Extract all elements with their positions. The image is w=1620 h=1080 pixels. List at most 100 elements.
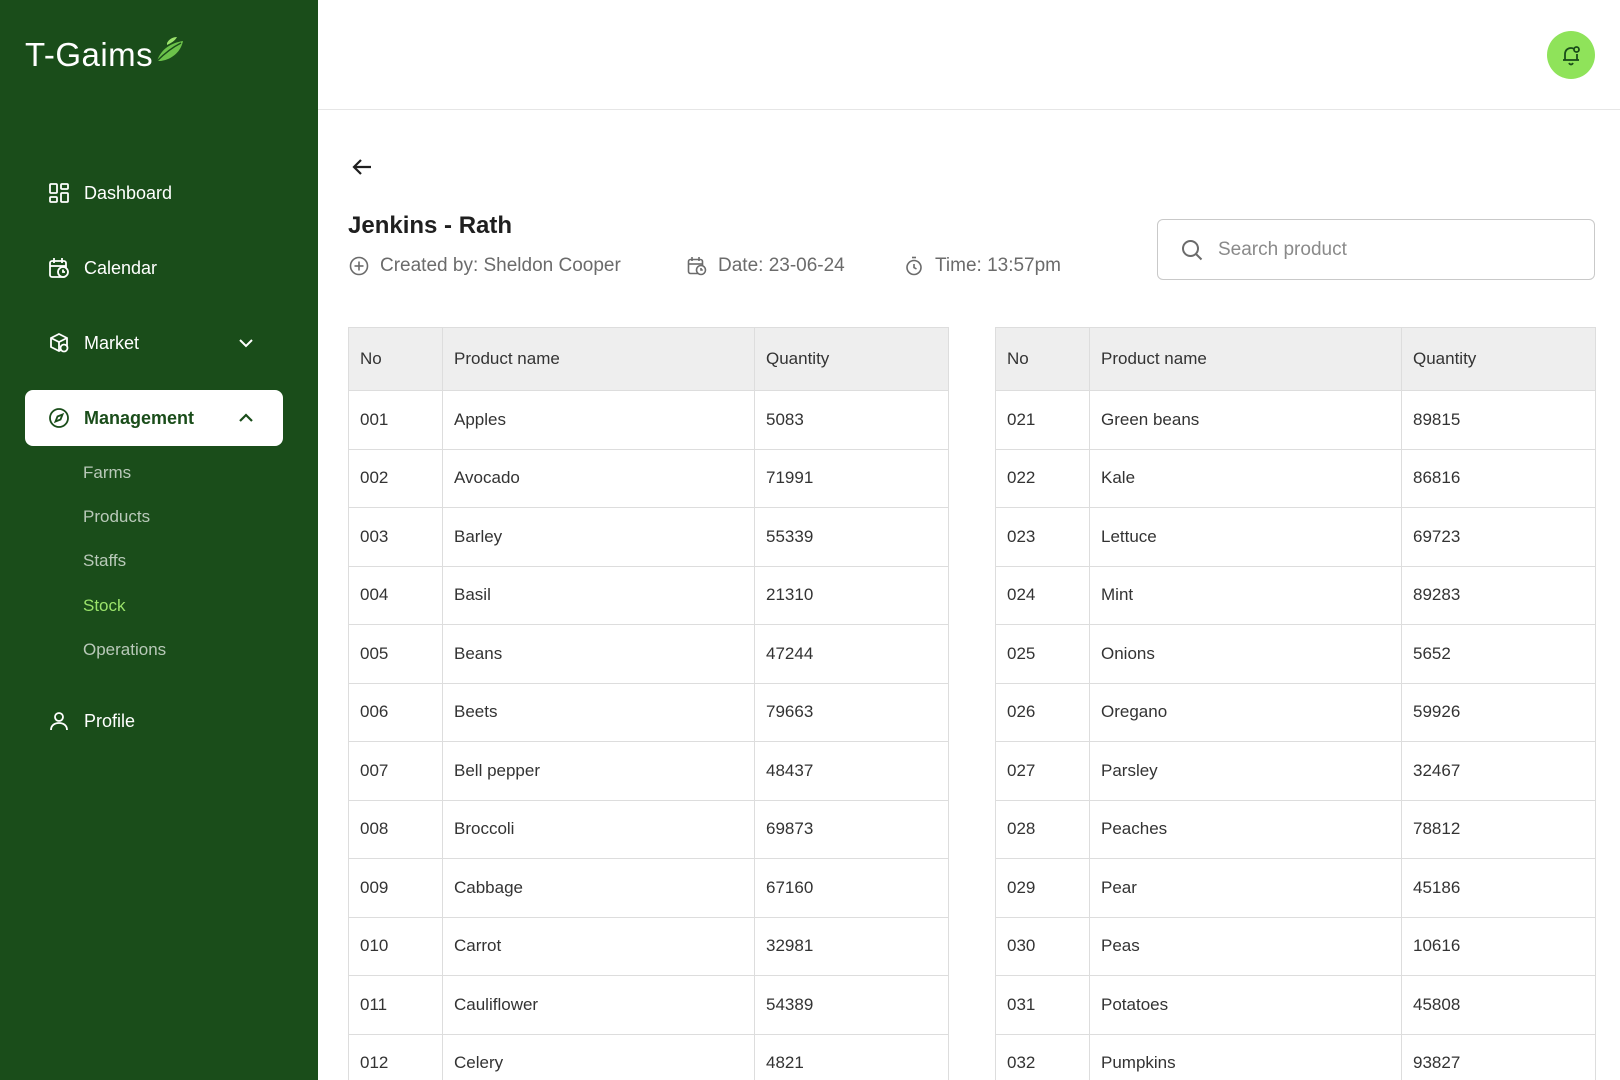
table-header-row: No Product name Quantity bbox=[995, 327, 1596, 391]
table-row[interactable]: 026 Oregano 59926 bbox=[995, 682, 1596, 742]
cell-no: 030 bbox=[995, 916, 1090, 976]
table-row[interactable]: 007 Bell pepper 48437 bbox=[348, 741, 949, 801]
table-row[interactable]: 005 Beans 47244 bbox=[348, 624, 949, 684]
dashboard-icon bbox=[47, 181, 71, 205]
cell-no: 004 bbox=[348, 565, 443, 625]
table-row[interactable]: 031 Potatoes 45808 bbox=[995, 975, 1596, 1035]
cell-product-name: Cauliflower bbox=[442, 975, 755, 1035]
table-row[interactable]: 012 Celery 4821 bbox=[348, 1033, 949, 1080]
table-row[interactable]: 006 Beets 79663 bbox=[348, 682, 949, 742]
sidebar-subitem-stock[interactable]: Stock bbox=[83, 596, 126, 616]
chevron-down-icon[interactable] bbox=[235, 332, 257, 354]
notification-bell-button[interactable] bbox=[1547, 31, 1595, 79]
sidebar-item-management[interactable]: Management bbox=[25, 390, 283, 446]
table-row[interactable]: 010 Carrot 32981 bbox=[348, 916, 949, 976]
cell-quantity: 32467 bbox=[1401, 741, 1596, 801]
table-row[interactable]: 030 Peas 10616 bbox=[995, 916, 1596, 976]
cell-no: 025 bbox=[995, 624, 1090, 684]
table-row[interactable]: 025 Onions 5652 bbox=[995, 624, 1596, 684]
column-header-product-name[interactable]: Product name bbox=[442, 327, 755, 391]
table-row[interactable]: 011 Cauliflower 54389 bbox=[348, 975, 949, 1035]
cell-no: 021 bbox=[995, 390, 1090, 450]
sidebar-subitem-operations[interactable]: Operations bbox=[83, 640, 166, 660]
cell-quantity: 54389 bbox=[754, 975, 949, 1035]
cell-no: 001 bbox=[348, 390, 443, 450]
cell-product-name: Onions bbox=[1089, 624, 1402, 684]
cell-no: 026 bbox=[995, 682, 1090, 742]
table-row[interactable]: 024 Mint 89283 bbox=[995, 565, 1596, 625]
sidebar-subitem-products[interactable]: Products bbox=[83, 507, 150, 527]
cell-no: 003 bbox=[348, 507, 443, 567]
cell-quantity: 67160 bbox=[754, 858, 949, 918]
column-header-no[interactable]: No bbox=[995, 327, 1090, 391]
cell-product-name: Kale bbox=[1089, 448, 1402, 508]
sidebar-item-label: Calendar bbox=[84, 257, 158, 278]
cell-no: 031 bbox=[995, 975, 1090, 1035]
logo-text: T-Gaims bbox=[25, 36, 154, 73]
created-by-text: Created by: Sheldon Cooper bbox=[380, 255, 621, 276]
plus-circle-icon bbox=[348, 255, 370, 277]
cell-product-name: Peas bbox=[1089, 916, 1402, 976]
calendar-clock-icon bbox=[686, 255, 708, 277]
cell-quantity: 48437 bbox=[754, 741, 949, 801]
table-row[interactable]: 002 Avocado 71991 bbox=[348, 448, 949, 508]
table-row[interactable]: 022 Kale 86816 bbox=[995, 448, 1596, 508]
sidebar-item-market[interactable]: Market bbox=[25, 315, 283, 371]
column-header-no[interactable]: No bbox=[348, 327, 443, 391]
table-row[interactable]: 001 Apples 5083 bbox=[348, 390, 949, 450]
cell-quantity: 10616 bbox=[1401, 916, 1596, 976]
table-row[interactable]: 032 Pumpkins 93827 bbox=[995, 1033, 1596, 1080]
cell-product-name: Mint bbox=[1089, 565, 1402, 625]
stock-table-left: No Product name Quantity 001 Apples 5083 0… bbox=[348, 327, 949, 1080]
table-row[interactable]: 021 Green beans 89815 bbox=[995, 390, 1596, 450]
compass-icon bbox=[47, 406, 71, 430]
cell-product-name: Pear bbox=[1089, 858, 1402, 918]
cell-quantity: 45186 bbox=[1401, 858, 1596, 918]
cell-product-name: Basil bbox=[442, 565, 755, 625]
table-row[interactable]: 004 Basil 21310 bbox=[348, 565, 949, 625]
search-input[interactable] bbox=[1218, 238, 1578, 261]
chevron-up-icon[interactable] bbox=[235, 407, 257, 429]
cell-product-name: Avocado bbox=[442, 448, 755, 508]
cell-quantity: 59926 bbox=[1401, 682, 1596, 742]
sidebar-item-calendar[interactable]: Calendar bbox=[25, 240, 283, 296]
leaf-icon bbox=[156, 37, 184, 62]
cell-quantity: 4821 bbox=[754, 1033, 949, 1080]
sidebar-subitem-farms[interactable]: Farms bbox=[83, 463, 131, 483]
app-logo[interactable]: T-Gaims bbox=[25, 36, 187, 74]
cell-product-name: Celery bbox=[442, 1033, 755, 1080]
cell-quantity: 47244 bbox=[754, 624, 949, 684]
cell-no: 010 bbox=[348, 916, 443, 976]
cell-no: 029 bbox=[995, 858, 1090, 918]
back-button[interactable] bbox=[348, 153, 376, 181]
cell-product-name: Barley bbox=[442, 507, 755, 567]
date-meta: Date: 23-06-24 bbox=[686, 255, 845, 277]
cell-product-name: Beans bbox=[442, 624, 755, 684]
calendar-icon bbox=[47, 256, 71, 280]
sidebar-item-profile[interactable]: Profile bbox=[25, 693, 283, 749]
cell-quantity: 5083 bbox=[754, 390, 949, 450]
sidebar-subitem-staffs[interactable]: Staffs bbox=[83, 551, 126, 571]
table-row[interactable]: 028 Peaches 78812 bbox=[995, 799, 1596, 859]
table-row[interactable]: 008 Broccoli 69873 bbox=[348, 799, 949, 859]
time-text: Time: 13:57pm bbox=[935, 255, 1062, 276]
cell-product-name: Pumpkins bbox=[1089, 1033, 1402, 1080]
sidebar-item-dashboard[interactable]: Dashboard bbox=[25, 165, 283, 221]
cell-no: 012 bbox=[348, 1033, 443, 1080]
cell-product-name: Green beans bbox=[1089, 390, 1402, 450]
search-box[interactable] bbox=[1157, 219, 1595, 280]
table-row[interactable]: 023 Lettuce 69723 bbox=[995, 507, 1596, 567]
cell-no: 006 bbox=[348, 682, 443, 742]
column-header-quantity[interactable]: Quantity bbox=[1401, 327, 1596, 391]
table-row[interactable]: 027 Parsley 32467 bbox=[995, 741, 1596, 801]
column-header-product-name[interactable]: Product name bbox=[1089, 327, 1402, 391]
cell-no: 009 bbox=[348, 858, 443, 918]
column-header-quantity[interactable]: Quantity bbox=[754, 327, 949, 391]
table-row[interactable]: 009 Cabbage 67160 bbox=[348, 858, 949, 918]
cell-no: 005 bbox=[348, 624, 443, 684]
cell-quantity: 45808 bbox=[1401, 975, 1596, 1035]
table-row[interactable]: 003 Barley 55339 bbox=[348, 507, 949, 567]
cell-quantity: 69873 bbox=[754, 799, 949, 859]
table-row[interactable]: 029 Pear 45186 bbox=[995, 858, 1596, 918]
cell-product-name: Beets bbox=[442, 682, 755, 742]
